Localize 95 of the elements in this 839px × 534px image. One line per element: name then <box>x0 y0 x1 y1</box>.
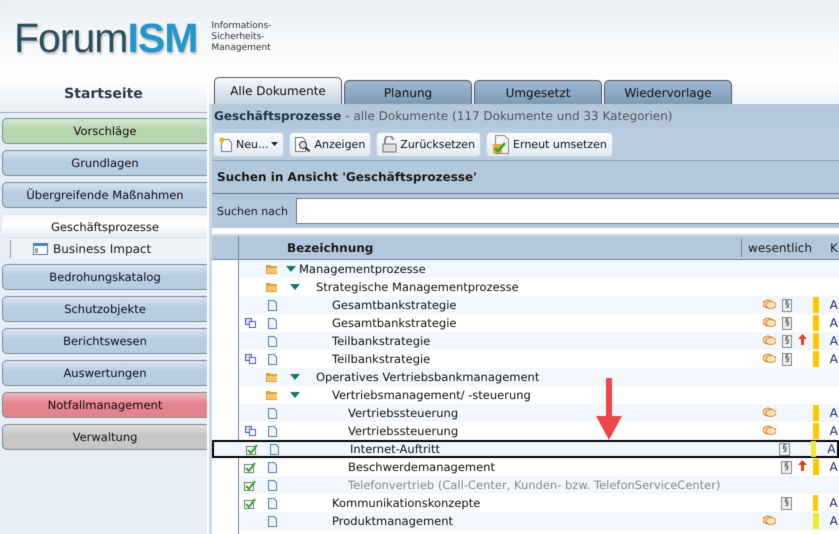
paragraph-sign: § <box>782 298 792 312</box>
paragraph-sign: § <box>781 496 792 510</box>
table-cell-text: A <box>828 316 839 330</box>
document-icon <box>268 318 276 328</box>
row-label: Vertriebssteuerung <box>348 406 458 420</box>
document-icon <box>268 480 276 490</box>
caret-icon <box>271 142 278 146</box>
table-row[interactable]: Teilbankstrategie § A <box>239 332 839 350</box>
column-header[interactable]: wesentlich <box>748 240 830 254</box>
view-subtitle: - alle Dokumente (117 Dokumente und 33 Kategorien) <box>345 109 672 123</box>
padlock-icon <box>382 136 398 152</box>
table-cell-text: A <box>828 496 839 510</box>
document-icon <box>268 354 276 364</box>
expand-triangle-icon[interactable] <box>290 374 300 380</box>
row-label: Beschwerdemanagement <box>348 460 495 474</box>
nav-button[interactable]: Auswertungen <box>2 360 207 386</box>
folder-icon <box>266 282 278 292</box>
row-label: Kommunikationskonzepte <box>332 496 480 510</box>
document-icon <box>268 336 276 346</box>
document-icon <box>268 516 276 526</box>
row-label: Strategische Managementprozesse <box>316 280 519 294</box>
home-title: Startseite <box>64 86 143 102</box>
magnifier-document-icon <box>295 136 312 152</box>
nav-button[interactable]: Berichtswesen <box>2 328 207 354</box>
nav-subitem[interactable]: Business Impact <box>10 240 207 258</box>
table-row[interactable]: Managementprozesse <box>239 260 839 278</box>
nav-button[interactable]: Bedrohungskatalog <box>2 264 207 290</box>
nav-button[interactable]: Geschäftsprozesse <box>2 214 207 240</box>
row-label: Internet-Auftritt <box>350 442 440 456</box>
row-label: Teilbankstrategie <box>332 334 430 348</box>
toolbar-button[interactable]: Erneut umsetzen <box>486 132 613 156</box>
table-cell-text: A <box>828 334 839 348</box>
toolbar-button[interactable]: Neu... <box>213 132 284 156</box>
document-icon <box>268 408 276 418</box>
table-row[interactable]: Gesamtbankstrategie § A <box>239 296 839 314</box>
tab[interactable]: Umgesetzt <box>474 80 602 104</box>
row-label: Teilbankstrategie <box>332 352 430 366</box>
toolbar-button[interactable]: Zurücksetzen <box>376 132 482 156</box>
row-label: Gesamtbankstrategie <box>332 298 456 312</box>
row-label: Operatives Vertriebsbankmanagement <box>316 370 540 384</box>
table-cell-text: A <box>828 424 839 438</box>
document-icon <box>270 444 278 454</box>
toolbar-button[interactable]: Anzeigen <box>289 132 372 156</box>
row-label: Telefonvertrieb (Call-Center, Kunden- bzw. TelefonServiceCenter) <box>348 478 720 492</box>
paragraph-sign: § <box>782 316 792 330</box>
tab[interactable]: Wiedervorlage <box>604 80 732 104</box>
nav-button[interactable]: Grundlagen <box>2 150 207 176</box>
nav-button[interactable]: Vorschläge <box>2 118 207 144</box>
tab[interactable]: Planung <box>344 80 472 104</box>
row-label: Managementprozesse <box>299 262 426 276</box>
search-field[interactable] <box>296 198 839 224</box>
search-label: Suchen nach <box>217 204 288 218</box>
row-label: Gesamtbankstrategie <box>332 316 456 330</box>
paragraph-sign: § <box>782 352 792 366</box>
table-row[interactable]: Produktmanagement A <box>239 512 839 530</box>
new-document-icon <box>219 136 233 152</box>
nav-button[interactable]: Notfallmanagement <box>2 392 207 418</box>
row-label: Vertriebssteuerung <box>348 424 458 438</box>
checked-document-icon <box>492 134 510 154</box>
tab[interactable]: Alle Dokumente <box>214 77 342 104</box>
table-view-icon <box>33 243 48 255</box>
folder-icon <box>266 264 278 274</box>
table-row[interactable]: Operatives Vertriebsbankmanagement <box>239 368 839 386</box>
selected-row[interactable]: Internet-Auftritt § A <box>212 440 839 458</box>
logo-tagline: Informations- Sicherheits- Management <box>211 20 272 54</box>
table-cell-text: A <box>828 406 839 420</box>
nav-button[interactable]: Übergreifende Maßnahmen <box>2 182 207 208</box>
document-icon <box>268 300 276 310</box>
table-cell-text: A <box>826 442 837 456</box>
document-icon <box>268 462 276 472</box>
expand-triangle-icon[interactable] <box>290 284 300 290</box>
table-cell-text: A <box>828 514 839 528</box>
table-cell-text: A <box>828 352 839 366</box>
expand-triangle-icon[interactable] <box>290 392 300 398</box>
paragraph-sign: § <box>779 442 790 456</box>
expand-triangle-icon[interactable] <box>286 266 296 272</box>
nav-button[interactable]: Verwaltung <box>2 424 207 450</box>
document-icon <box>268 426 276 436</box>
column-header[interactable]: Bezeichnung <box>287 240 741 254</box>
paragraph-sign: § <box>782 334 792 348</box>
forumism-logo: ForumISM <box>14 14 198 62</box>
document-icon <box>268 498 276 508</box>
view-title: Geschäftsprozesse <box>214 109 342 123</box>
pointer-arrow <box>596 378 622 440</box>
nav-button[interactable]: Schutzobjekte <box>2 296 207 322</box>
folder-icon <box>266 390 278 400</box>
search-title: Suchen in Ansicht 'Geschäftsprozesse' <box>217 170 477 184</box>
row-label: Vertriebsmanagement/ -steuerung <box>332 388 531 402</box>
column-header[interactable]: K <box>830 240 839 254</box>
row-label: Produktmanagement <box>332 514 454 528</box>
paragraph-sign: § <box>781 460 792 474</box>
table-cell-text: A <box>828 298 839 312</box>
folder-icon <box>266 372 278 382</box>
table-cell-text: A <box>828 460 839 474</box>
table-row[interactable]: Vertriebssteuerung A <box>239 404 839 422</box>
